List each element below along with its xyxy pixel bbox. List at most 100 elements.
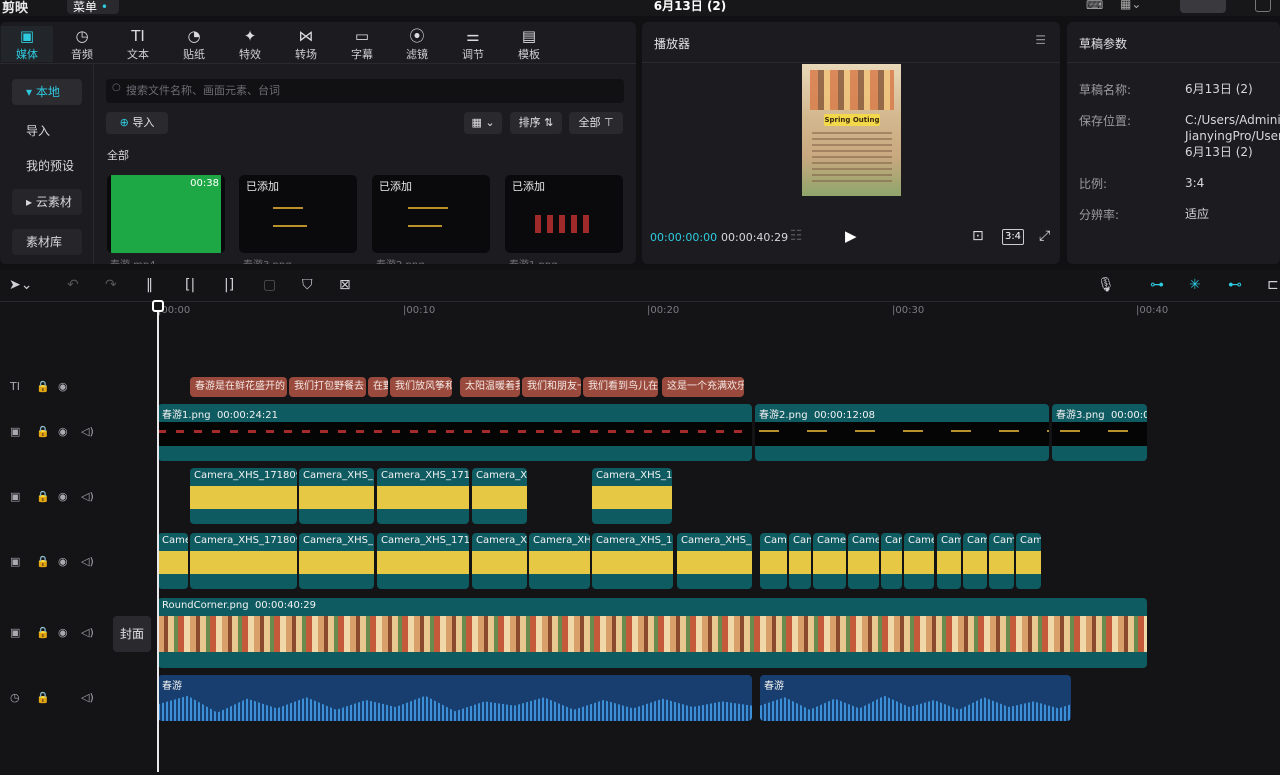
text-clip[interactable]: 我们放风筝和 xyxy=(390,377,452,397)
camera-clip[interactable]: Cam xyxy=(937,533,961,589)
video-clip[interactable]: 春游3.png 00:00:04 xyxy=(1052,404,1147,461)
camera-clip[interactable]: Cam xyxy=(989,533,1014,589)
camera-clip[interactable]: Camera_XHS_17 xyxy=(592,468,672,524)
ratio-button[interactable]: 3:4 xyxy=(1002,229,1024,245)
text-clip[interactable]: 在野 xyxy=(368,377,388,397)
camera-clip[interactable]: Came xyxy=(904,533,934,589)
eye-icon[interactable]: ◉ xyxy=(58,555,68,568)
camera-clip[interactable]: Cam xyxy=(1016,533,1041,589)
video-clip[interactable]: 春游1.png 00:00:24:21 xyxy=(158,404,752,461)
text-clip[interactable]: 我们打包野餐去 xyxy=(289,377,366,397)
menu-button[interactable]: 菜单 • ⌄ xyxy=(67,0,119,29)
tab-transition[interactable]: ⋈ 转场 xyxy=(280,26,332,62)
sidebar-item-presets[interactable]: 我的预设 xyxy=(12,153,82,179)
volume-icon[interactable]: ◁) xyxy=(81,555,94,568)
camera-clip[interactable]: Camera_XHS xyxy=(529,533,590,589)
lock-icon[interactable]: 🔒 xyxy=(36,691,50,704)
camera-clip[interactable]: Camera_XHS_17 xyxy=(592,533,673,589)
lock-icon[interactable]: 🔒 xyxy=(36,490,50,503)
camera-clip[interactable]: Camera_XHS_1 xyxy=(299,468,374,524)
shortcut-icon[interactable]: ⌨ xyxy=(1086,0,1103,12)
tab-adjust[interactable]: ⚌ 调节 xyxy=(447,26,499,62)
zoom-icon[interactable]: ⊏ xyxy=(1267,277,1279,293)
preview-axis-icon[interactable]: ⊷ xyxy=(1228,277,1242,293)
sidebar-item-cloud[interactable]: ▸ 云素材 xyxy=(12,189,82,215)
lock-icon[interactable]: 🔒 xyxy=(36,555,50,568)
trim-right-icon[interactable]: |] xyxy=(224,277,234,293)
cover-button[interactable]: 封面 xyxy=(113,616,151,652)
camera-clip[interactable]: Camera_XHS_1 xyxy=(299,533,374,589)
camera-clip[interactable]: Came xyxy=(813,533,846,589)
sort-button[interactable]: 排序 ⇅ xyxy=(510,112,562,134)
text-clip[interactable]: 春游是在鲜花盛开的 xyxy=(190,377,287,397)
tab-effects[interactable]: ✦ 特效 xyxy=(224,26,276,62)
lock-icon[interactable]: 🔒 xyxy=(36,425,50,438)
tab-text[interactable]: TI 文本 xyxy=(112,26,164,62)
volume-icon[interactable]: ◁) xyxy=(81,626,94,639)
sidebar-item-import[interactable]: 导入 xyxy=(12,118,82,144)
camera-clip[interactable]: Can xyxy=(789,533,811,589)
sidebar-item-local[interactable]: ▾ 本地 xyxy=(12,79,82,105)
tab-sticker[interactable]: ◔ 贴纸 xyxy=(168,26,220,62)
text-clip[interactable]: 我们和朋友一 xyxy=(522,377,581,397)
tab-audio[interactable]: ◷ 音频 xyxy=(56,26,108,62)
tab-subtitle[interactable]: ▭ 字幕 xyxy=(336,26,388,62)
eye-icon[interactable]: ◉ xyxy=(58,626,68,639)
play-icon[interactable]: ▶ xyxy=(845,227,857,245)
lock-icon[interactable]: 🔒 xyxy=(36,380,50,393)
media-thumbnail[interactable]: 已添加 xyxy=(372,175,490,253)
window-control-icon[interactable] xyxy=(1255,0,1271,12)
camera-clip[interactable]: Camera_XHS_1718 xyxy=(377,533,469,589)
media-thumbnail[interactable]: 已添加 xyxy=(505,175,623,253)
menu-icon[interactable]: ☰ xyxy=(1035,33,1046,47)
playhead[interactable] xyxy=(152,300,164,772)
media-thumbnail[interactable]: 00:38 xyxy=(107,175,225,253)
trim-left-icon[interactable]: [| xyxy=(185,277,195,293)
fullscreen-icon[interactable]: ⤢ xyxy=(1039,228,1050,244)
undo-icon[interactable]: ↶ xyxy=(67,277,79,293)
filter-all-button[interactable]: 全部 ⊤ xyxy=(569,112,623,134)
delete-icon[interactable]: ▢ xyxy=(263,277,276,293)
snap-icon[interactable]: ✳ xyxy=(1189,277,1201,293)
import-button[interactable]: ⊕ 导入 xyxy=(106,112,168,134)
camera-clip[interactable]: Camera_XHS_1 xyxy=(677,533,752,589)
text-clip[interactable]: 太阳温暖着我 xyxy=(460,377,520,397)
volume-icon[interactable]: ◁) xyxy=(81,691,94,704)
vip-badge[interactable] xyxy=(1180,0,1226,13)
video-clip[interactable]: 春游2.png 00:00:12:08 xyxy=(755,404,1049,461)
lock-icon[interactable]: 🔒 xyxy=(36,626,50,639)
volume-icon[interactable]: ◁) xyxy=(81,490,94,503)
camera-clip[interactable]: Cam xyxy=(760,533,787,589)
audio-clip[interactable]: 春游 xyxy=(158,675,752,721)
crop-icon[interactable]: ⊠ xyxy=(339,277,351,293)
search-input[interactable]: 搜索文件名称、画面元素、台词 xyxy=(106,79,624,103)
camera-clip[interactable]: Came xyxy=(158,533,188,589)
text-clip[interactable]: 我们看到鸟儿在 xyxy=(583,377,658,397)
eye-icon[interactable]: ◉ xyxy=(58,380,68,393)
microphone-icon[interactable]: 🎙 xyxy=(1097,277,1115,293)
camera-clip[interactable]: Came xyxy=(848,533,879,589)
eye-icon[interactable]: ◉ xyxy=(58,490,68,503)
main-video-clip[interactable]: RoundCorner.png 00:00:40:29 xyxy=(158,598,1147,668)
waveform-toggle-icon[interactable]: ☷ xyxy=(790,228,803,244)
select-tool-icon[interactable]: ➤⌄ xyxy=(9,277,32,293)
text-clip[interactable]: 这是一个充满欢乐 xyxy=(662,377,744,397)
layout-icon[interactable]: ▦⌄ xyxy=(1120,0,1141,11)
camera-clip[interactable]: Camera_XHS_1718092 xyxy=(190,533,297,589)
timeline-ruler[interactable]: |00:00 |00:10 |00:20 |00:30 |00:40 xyxy=(158,302,1280,322)
tab-template[interactable]: ▤ 模板 xyxy=(503,26,555,62)
camera-clip[interactable]: Cam xyxy=(963,533,987,589)
camera-clip[interactable]: Camera_XHS_1718 xyxy=(377,468,469,524)
tab-media[interactable]: ▣ 媒体 xyxy=(1,26,53,62)
camera-clip[interactable]: Camera_XH xyxy=(472,533,527,589)
camera-clip[interactable]: Can xyxy=(881,533,902,589)
link-icon[interactable]: ⊶ xyxy=(1150,277,1164,293)
camera-clip[interactable]: Camera_XHS_1718092 xyxy=(190,468,297,524)
redo-icon[interactable]: ↷ xyxy=(105,277,117,293)
sidebar-item-library[interactable]: 素材库 xyxy=(12,229,82,255)
tab-filter[interactable]: ⦿ 滤镜 xyxy=(391,26,443,62)
marker-icon[interactable]: ⛉ xyxy=(302,277,313,293)
view-toggle-button[interactable]: ▦ ⌄ xyxy=(464,112,502,134)
media-thumbnail[interactable]: 已添加 xyxy=(239,175,357,253)
split-icon[interactable]: ‖ xyxy=(146,277,153,293)
